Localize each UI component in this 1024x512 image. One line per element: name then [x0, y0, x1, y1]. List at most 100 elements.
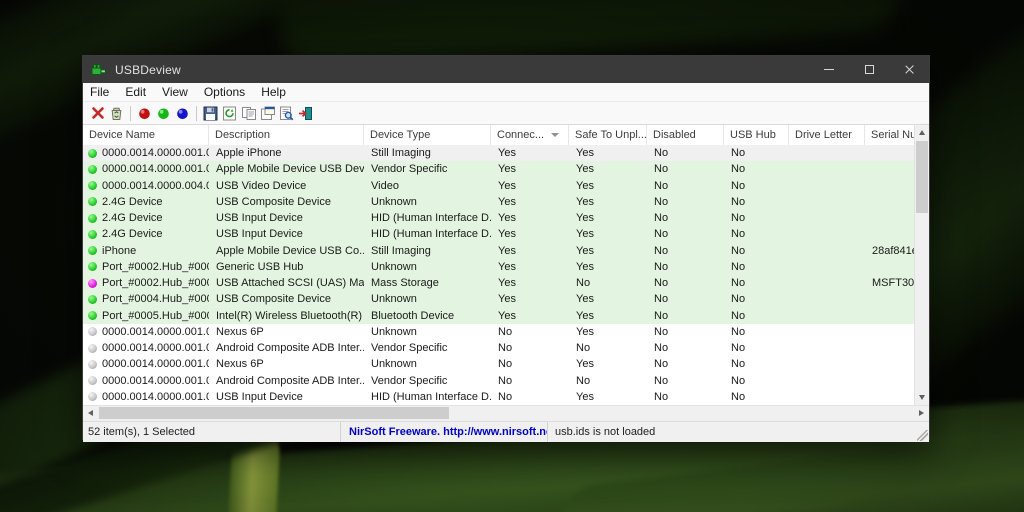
- cell-description: Nexus 6P: [216, 358, 264, 371]
- device-row[interactable]: iPhone Apple Mobile Device USB Co... Still…: [83, 242, 914, 259]
- device-status-icon: [88, 229, 97, 239]
- device-status-icon: [88, 327, 97, 337]
- column-header-name[interactable]: Device Name: [83, 125, 209, 145]
- vertical-scroll-thumb[interactable]: [916, 141, 928, 213]
- cell-name: 0000.0014.0000.001.00...: [83, 163, 209, 175]
- device-status-icon: [88, 278, 97, 288]
- device-row[interactable]: 2.4G Device USB Input Device HID (Human In…: [83, 226, 914, 243]
- cell-name: 2.4G Device: [83, 228, 209, 240]
- device-row[interactable]: 0000.0014.0000.001.00... Android Composit…: [83, 373, 914, 389]
- exit-icon[interactable]: [296, 105, 315, 122]
- column-header-serial[interactable]: Serial Nur: [865, 125, 914, 145]
- uninstall-icon[interactable]: [88, 105, 107, 122]
- cell-safe: Yes: [576, 244, 594, 257]
- cell-disabled: No: [654, 195, 669, 208]
- vertical-scrollbar[interactable]: [914, 125, 929, 405]
- cell-connected: No: [498, 374, 513, 387]
- resize-grip[interactable]: [917, 430, 928, 441]
- cell-safe: Yes: [576, 147, 594, 160]
- cell-usb_hub: No: [731, 325, 746, 338]
- toolbar-separator: [196, 105, 197, 121]
- device-name-text: 0000.0014.0000.001.00...: [102, 390, 209, 403]
- refresh-icon[interactable]: [220, 105, 239, 122]
- device-row[interactable]: 0000.0014.0000.001.00... Nexus 6P Unknown N…: [83, 324, 914, 340]
- cell-safe: Yes: [576, 228, 594, 241]
- cell-safe: Yes: [576, 358, 594, 371]
- cell-connected: Yes: [498, 147, 516, 160]
- device-status-icon: [88, 262, 97, 272]
- cell-disabled: No: [654, 147, 669, 160]
- cell-type: Video: [371, 179, 399, 192]
- blue-ball-icon[interactable]: [173, 105, 192, 122]
- device-row[interactable]: 0000.0014.0000.004.00... USB Video Device…: [83, 177, 914, 194]
- cell-name: 0000.0014.0000.001.00...: [83, 375, 209, 387]
- device-row[interactable]: 0000.0014.0000.001.00... Apple iPhone Stil…: [83, 145, 914, 162]
- save-icon[interactable]: [201, 105, 220, 122]
- cell-description: Android Composite ADB Inter...: [216, 342, 364, 355]
- device-status-icon: [88, 392, 97, 402]
- cell-name: 0000.0014.0000.001.00...: [83, 391, 209, 403]
- window-controls: [809, 56, 929, 83]
- menu-options[interactable]: Options: [196, 85, 253, 99]
- device-row[interactable]: 2.4G Device USB Input Device HID (Human In…: [83, 210, 914, 227]
- cell-safe: Yes: [576, 309, 594, 322]
- device-status-icon: [88, 181, 97, 191]
- cell-safe: No: [576, 374, 591, 387]
- cell-description: USB Input Device: [216, 390, 303, 403]
- column-header-usb_hub[interactable]: USB Hub: [724, 125, 789, 145]
- device-name-text: 0000.0014.0000.001.00...: [102, 374, 209, 387]
- device-list: Device Name Description Device Type Connec.…: [83, 125, 929, 405]
- toolbar-separator: [130, 105, 131, 121]
- column-header-description[interactable]: Description: [209, 125, 364, 145]
- properties-icon[interactable]: [258, 105, 277, 122]
- column-header-disabled[interactable]: Disabled: [647, 125, 724, 145]
- scroll-down-button[interactable]: [915, 390, 929, 405]
- column-header-type[interactable]: Device Type: [364, 125, 491, 145]
- cell-type: HID (Human Interface D...: [371, 228, 491, 241]
- copy-icon[interactable]: [239, 105, 258, 122]
- scroll-left-button[interactable]: [83, 406, 98, 420]
- title-bar[interactable]: USBDeview: [83, 56, 929, 83]
- scroll-right-button[interactable]: [914, 406, 929, 420]
- scroll-up-button[interactable]: [915, 125, 929, 140]
- green-ball-icon[interactable]: [154, 105, 173, 122]
- close-button[interactable]: [889, 56, 929, 83]
- device-row[interactable]: Port_#0002.Hub_#0002 USB Attached SCSI (U…: [83, 275, 914, 292]
- horizontal-scrollbar[interactable]: [83, 405, 929, 421]
- cell-disabled: No: [654, 390, 669, 403]
- device-status-icon: [88, 376, 97, 386]
- column-header-connected[interactable]: Connec...: [491, 125, 569, 145]
- menu-view[interactable]: View: [154, 85, 196, 99]
- device-status-icon: [88, 148, 97, 158]
- maximize-button[interactable]: [849, 56, 889, 83]
- device-name-text: 0000.0014.0000.001.00...: [102, 163, 209, 176]
- device-row[interactable]: Port_#0004.Hub_#0001 USB Composite Device…: [83, 291, 914, 308]
- menu-edit[interactable]: Edit: [117, 85, 154, 99]
- device-name-text: 2.4G Device: [102, 195, 163, 208]
- red-ball-icon[interactable]: [135, 105, 154, 122]
- maximize-icon: [864, 65, 874, 74]
- cell-description: USB Video Device: [216, 179, 307, 192]
- device-row[interactable]: Port_#0005.Hub_#0001 Intel(R) Wireless Bl…: [83, 307, 914, 324]
- recycle-bin-icon[interactable]: [107, 105, 126, 122]
- device-row[interactable]: 0000.0014.0000.001.00... Apple Mobile Dev…: [83, 161, 914, 178]
- status-nirsoft-link[interactable]: NirSoft Freeware. http://www.nirsoft.net: [341, 422, 548, 442]
- cell-name: 0000.0014.0000.001.00...: [83, 326, 209, 338]
- device-row[interactable]: 2.4G Device USB Composite Device Unknown Ye…: [83, 193, 914, 210]
- cell-connected: No: [498, 358, 513, 371]
- column-header-drive_letter[interactable]: Drive Letter: [789, 125, 865, 145]
- minimize-button[interactable]: [809, 56, 849, 83]
- cell-connected: Yes: [498, 195, 516, 208]
- menu-help[interactable]: Help: [253, 85, 294, 99]
- cell-disabled: No: [654, 342, 669, 355]
- html-report-icon[interactable]: [277, 105, 296, 122]
- device-row[interactable]: 0000.0014.0000.001.00... Nexus 6P Unknown N…: [83, 356, 914, 372]
- device-row[interactable]: Port_#0002.Hub_#0001 Generic USB Hub Unkno…: [83, 258, 914, 275]
- cell-name: Port_#0002.Hub_#0002: [83, 277, 209, 289]
- device-row[interactable]: 0000.0014.0000.001.00... USB Input Device…: [83, 389, 914, 405]
- horizontal-scroll-thumb[interactable]: [99, 407, 449, 419]
- column-header-safe[interactable]: Safe To Unpl...: [569, 125, 647, 145]
- device-row[interactable]: 0000.0014.0000.001.00... Android Composit…: [83, 340, 914, 356]
- cell-description: USB Input Device: [216, 228, 303, 241]
- menu-file[interactable]: File: [83, 85, 117, 99]
